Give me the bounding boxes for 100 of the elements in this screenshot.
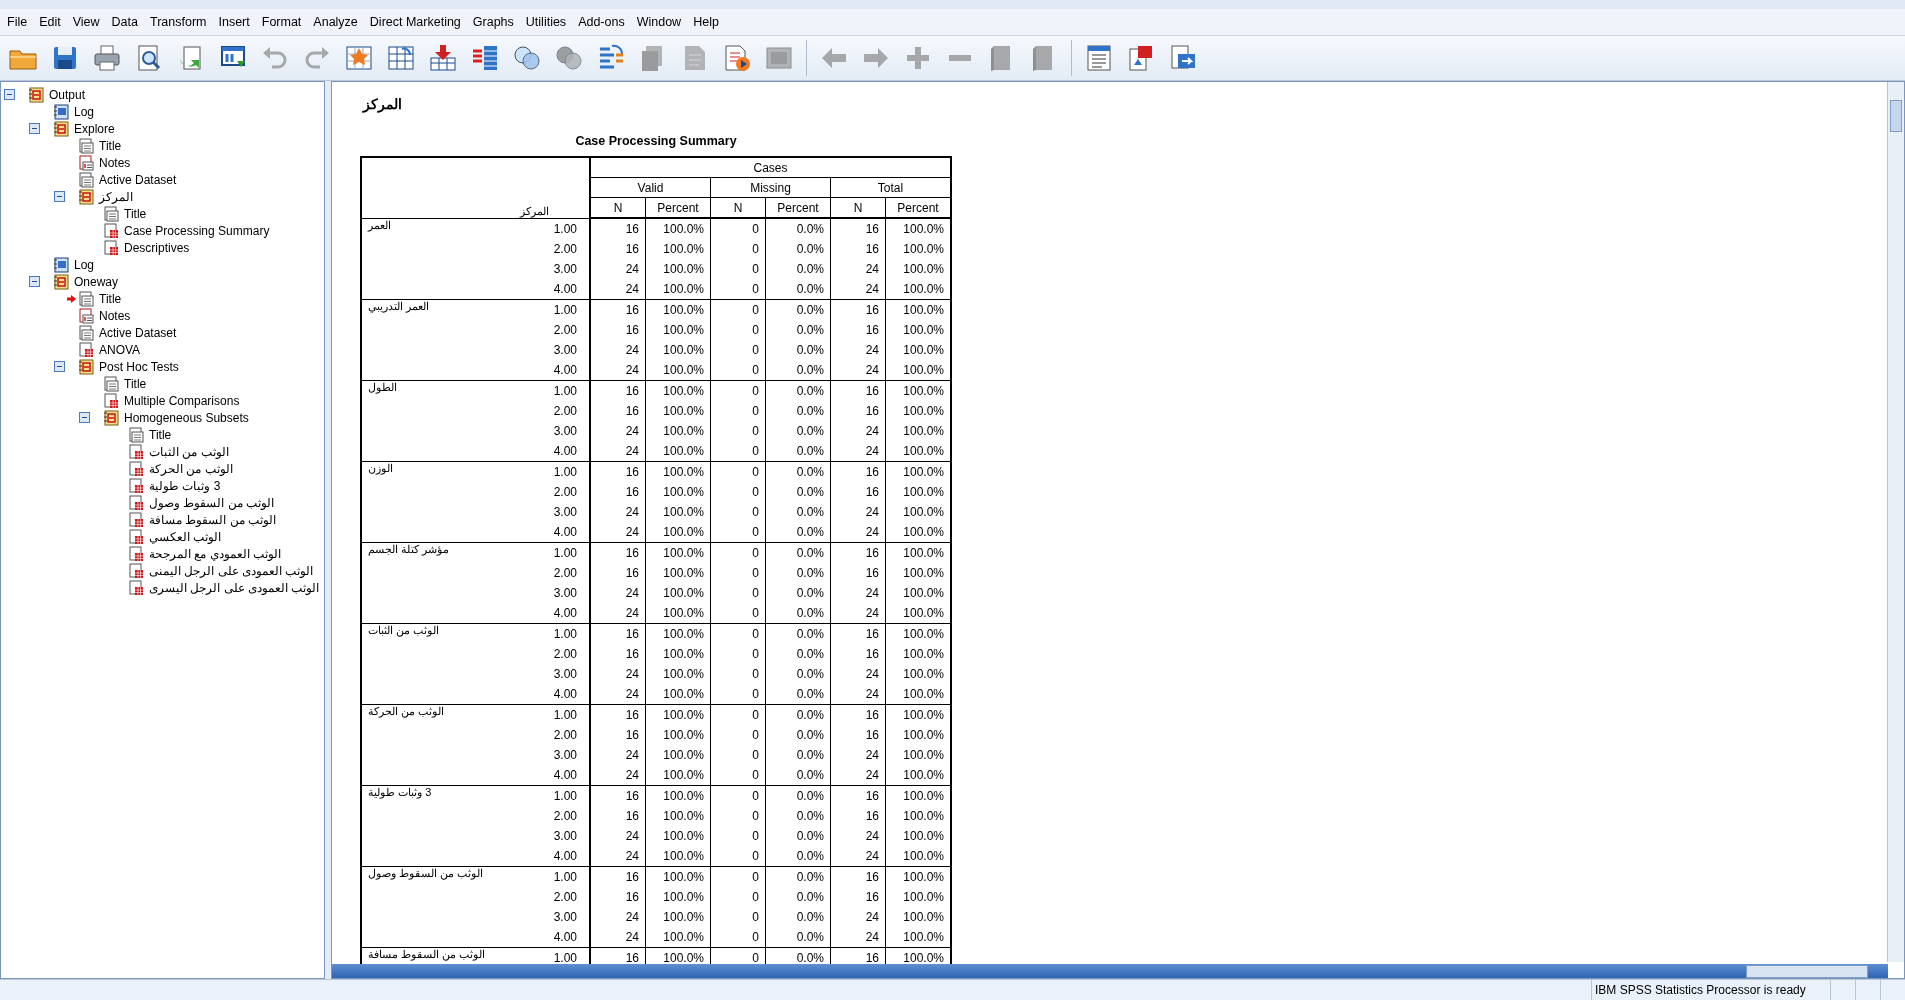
collapse-toggle[interactable] (54, 191, 65, 202)
table-cell: 24 (865, 606, 879, 620)
table-cell: 100.0% (903, 829, 944, 843)
menu-item[interactable]: Edit (34, 15, 68, 29)
vertical-scrollbar[interactable] (1887, 82, 1904, 962)
table-cell: 16 (865, 809, 879, 823)
menu-item[interactable]: Window (631, 15, 689, 29)
document-icon[interactable] (1084, 43, 1114, 73)
table-cell: 24 (625, 262, 639, 276)
menu-item[interactable]: Analyze (308, 15, 365, 29)
tree-item[interactable]: Title (149, 427, 172, 442)
tree-item[interactable]: Active Dataset (99, 325, 177, 340)
collapse-toggle[interactable] (79, 412, 90, 423)
table-cell: 100.0% (903, 667, 944, 681)
star-grid-icon[interactable] (344, 43, 374, 73)
title-page-icon (103, 205, 119, 222)
log-icon (53, 256, 69, 273)
table-cell: 16 (625, 546, 639, 560)
tree-item[interactable]: 3 وثبات طولية (149, 478, 221, 493)
table-cell: 16 (625, 384, 639, 398)
table-cell: 100.0% (663, 323, 704, 337)
collapse-toggle[interactable] (54, 361, 65, 372)
table-cell: 100.0% (663, 404, 704, 418)
table-icon (128, 460, 144, 477)
table-cell: 100.0% (663, 768, 704, 782)
grid-icon[interactable] (386, 43, 416, 73)
menu-item[interactable]: Data (106, 15, 145, 29)
tree-item[interactable]: Log (74, 257, 95, 272)
tree-item[interactable]: Title (99, 291, 122, 306)
table-cell: 100.0% (903, 282, 944, 296)
table-cell: 100.0% (903, 870, 944, 884)
tree-item[interactable]: الوثب العكسي (149, 529, 222, 544)
table-cell: 100.0% (903, 890, 944, 904)
menu-item[interactable]: File (2, 15, 35, 29)
tree-item[interactable]: الوثب من السقوط مسافة (149, 512, 276, 527)
table-cell: 100.0% (903, 303, 944, 317)
table-cell: 24 (625, 586, 639, 600)
horizontal-scrollbar[interactable] (332, 964, 1888, 978)
table-cell: 24 (865, 829, 879, 843)
row-value: 4.00 (553, 525, 577, 539)
row-value: 1.00 (553, 465, 577, 479)
menu-item[interactable]: Utilities (520, 15, 574, 29)
tree-item[interactable]: الوثب من السقوط وصول (149, 495, 274, 510)
tree-item[interactable]: Descriptives (124, 240, 190, 255)
menu-item[interactable]: Transform (145, 15, 214, 29)
table-cell: 0.0% (796, 768, 824, 782)
table-cell: 100.0% (663, 930, 704, 944)
menu-item[interactable]: Add-ons (573, 15, 632, 29)
tree-item[interactable]: الوثب العمودي مع المرجحة (149, 546, 281, 561)
table-cell: 24 (865, 505, 879, 519)
menu-item[interactable]: Format (256, 15, 309, 29)
collapse-toggle[interactable] (29, 123, 40, 134)
tree-item[interactable]: Output (49, 87, 86, 102)
tree-item[interactable]: Case Processing Summary (124, 223, 270, 238)
tree-item[interactable]: Active Dataset (99, 172, 177, 187)
table-cell: 0 (752, 303, 759, 317)
tree-item[interactable]: Homogeneous Subsets (124, 410, 249, 425)
menu-item[interactable]: Help (688, 15, 726, 29)
collapse-toggle[interactable] (4, 89, 15, 100)
menu-item[interactable]: Insert (213, 15, 257, 29)
table-cell: 24 (625, 343, 639, 357)
table-cell: 16 (865, 485, 879, 499)
table-cell: 24 (625, 282, 639, 296)
bars-icon[interactable] (470, 43, 500, 73)
menu-item[interactable]: Direct Marketing (364, 15, 468, 29)
tree-item[interactable]: Oneway (74, 274, 119, 289)
tree-item[interactable]: الوثب العمودى على الرجل اليمنى (149, 563, 314, 578)
tree-item[interactable]: الوثب العمودى على الرجل اليسرى (149, 580, 320, 595)
tree-item[interactable]: Title (99, 138, 122, 153)
table-cell: 100.0% (663, 870, 704, 884)
tree-item[interactable]: Title (124, 376, 147, 391)
menu-item[interactable]: Graphs (467, 15, 521, 29)
tree-item[interactable]: Multiple Comparisons (124, 393, 240, 408)
table-cell: 0 (752, 465, 759, 479)
table-cell: 100.0% (663, 525, 704, 539)
circles-icon[interactable] (512, 43, 542, 73)
table-cell: 0 (752, 930, 759, 944)
download-icon[interactable] (428, 43, 458, 73)
table-cell: 16 (865, 951, 879, 965)
row-value: 1.00 (553, 546, 577, 560)
table-cell: 100.0% (903, 343, 944, 357)
tree-item[interactable]: الوثب من الثبات (149, 444, 229, 459)
document-play-icon[interactable] (722, 43, 752, 73)
tree-item[interactable]: Log (74, 104, 95, 119)
table-cell: 100.0% (903, 384, 944, 398)
tree-item[interactable]: Title (124, 206, 147, 221)
table-cell: 24 (625, 910, 639, 924)
tree-item[interactable]: المركز (99, 189, 133, 204)
tree-item[interactable]: Notes (99, 308, 131, 323)
tree-item[interactable]: Notes (99, 155, 131, 170)
print-icon[interactable] (92, 43, 122, 73)
tree-item[interactable]: الوثب من الحركة (149, 461, 233, 476)
table-cell: 0 (752, 809, 759, 823)
tree-item[interactable]: Explore (74, 121, 115, 136)
collapse-toggle[interactable] (29, 276, 40, 287)
tree-item[interactable]: Post Hoc Tests (99, 359, 179, 374)
table-cell: 100.0% (903, 789, 944, 803)
table-cell: 0 (752, 262, 759, 276)
tree-item[interactable]: ANOVA (99, 342, 141, 357)
menu-item[interactable]: View (67, 15, 107, 29)
